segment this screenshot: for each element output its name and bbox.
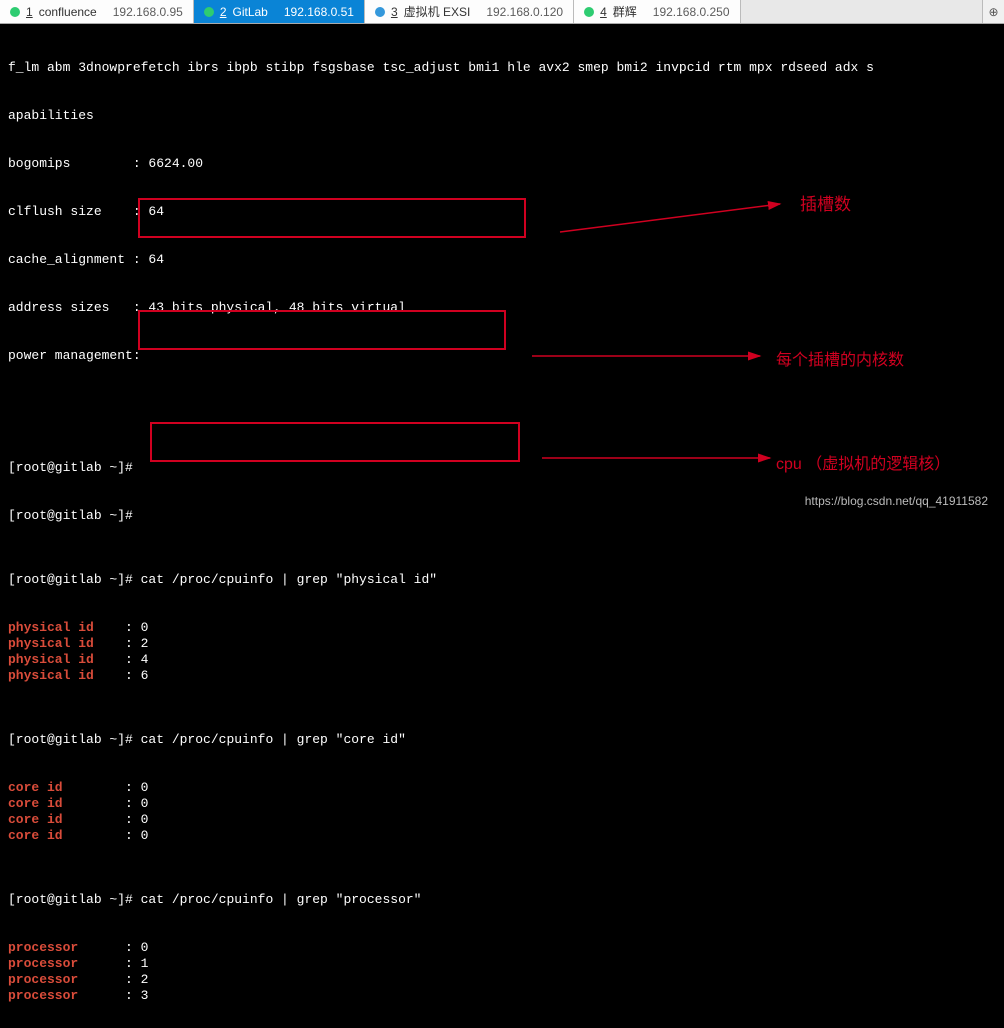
tab-gitlab[interactable]: 2 GitLab 192.168.0.51 [194,0,365,23]
tab-title: 虚拟机 EXSI [404,3,471,20]
physical-id-label: physical id [8,620,94,635]
tab-虚拟机 exsi[interactable]: 3 虚拟机 EXSI 192.168.0.120 [365,0,574,23]
core-id-label: core id [8,796,63,811]
tab-title: GitLab [233,5,268,19]
core-id-value: : 0 [125,796,148,811]
physical-id-label: physical id [8,636,94,651]
cpu-flags-line: f_lm abm 3dnowprefetch ibrs ibpb stibp f… [8,60,996,76]
core-id-label: core id [8,780,63,795]
processor-row: processor : 3 [8,988,996,1004]
core-id-row: core id : 0 [8,828,996,844]
annotation-cores: 每个插槽的内核数 [776,346,904,370]
core-id-value: : 0 [125,812,148,827]
cmd-processor-line: [root@gitlab ~]# cat /proc/cpuinfo | gre… [8,892,996,908]
tab-bar: 1 confluence 192.168.0.95 2 GitLab 192.168.0.… [0,0,1004,24]
tab-title: confluence [39,5,97,19]
physical-id-row: physical id : 4 [8,652,996,668]
tab-confluence[interactable]: 1 confluence 192.168.0.95 [0,0,194,23]
physical-id-value: : 2 [125,636,148,651]
status-dot-icon [584,7,594,17]
processor-value: : 3 [125,988,148,1003]
cmd-processor: cat /proc/cpuinfo | grep "processor" [141,892,422,907]
physical-id-row: physical id : 6 [8,668,996,684]
annotation-slots: 插槽数 [800,190,851,215]
tab-ip: 192.168.0.250 [653,5,730,19]
core-id-value: : 0 [125,780,148,795]
physical-id-label: physical id [8,668,94,683]
tab-number: 1 [26,5,33,19]
status-dot-icon [204,7,214,17]
bogomips-line: bogomips : 6624.00 [8,156,996,172]
physical-id-row: physical id : 0 [8,620,996,636]
tab-number: 3 [391,5,398,19]
processor-value: : 0 [125,940,148,955]
processor-label: processor [8,940,78,955]
cmd-core-id-line: [root@gitlab ~]# cat /proc/cpuinfo | gre… [8,732,996,748]
processor-row: processor : 0 [8,940,996,956]
physical-id-label: physical id [8,652,94,667]
blank-line [8,396,996,412]
cmd-physical-id-line: [root@gitlab ~]# cat /proc/cpuinfo | gre… [8,572,996,588]
tab-ip: 192.168.0.120 [486,5,563,19]
prompt: [root@gitlab ~]# [8,572,141,587]
tab-ip: 192.168.0.95 [113,5,183,19]
core-id-row: core id : 0 [8,780,996,796]
new-tab-button[interactable]: ⊕ [982,0,1004,23]
status-dot-icon [375,7,385,17]
physical-id-value: : 0 [125,620,148,635]
core-id-label: core id [8,812,63,827]
processor-row: processor : 1 [8,956,996,972]
cmd-core-id: cat /proc/cpuinfo | grep "core id" [141,732,406,747]
status-dot-icon [10,7,20,17]
physical-id-row: physical id : 2 [8,636,996,652]
tab-ip: 192.168.0.51 [284,5,354,19]
tab-title: 群辉 [613,3,637,20]
tab-number: 2 [220,5,227,19]
terminal-output: f_lm abm 3dnowprefetch ibrs ibpb stibp f… [0,24,1004,1028]
core-id-row: core id : 0 [8,796,996,812]
physical-id-value: : 6 [125,668,148,683]
prompt: [root@gitlab ~]# [8,732,141,747]
tab-群辉[interactable]: 4 群辉 192.168.0.250 [574,0,740,23]
watermark: https://blog.csdn.net/qq_41911582 [805,494,988,508]
core-id-label: core id [8,828,63,843]
cmd-physical-id: cat /proc/cpuinfo | grep "physical id" [141,572,437,587]
processor-row: processor : 2 [8,972,996,988]
core-id-row: core id : 0 [8,812,996,828]
address-sizes-line: address sizes : 43 bits physical, 48 bit… [8,300,996,316]
processor-label: processor [8,972,78,987]
annotation-cpu: cpu （虚拟机的逻辑核） [776,450,950,474]
tab-number: 4 [600,5,607,19]
prompt: [root@gitlab ~]# [8,892,141,907]
cache-align-line: cache_alignment : 64 [8,252,996,268]
processor-value: : 2 [125,972,148,987]
physical-id-value: : 4 [125,652,148,667]
cpu-cap-line: apabilities [8,108,996,124]
prompt-empty: [root@gitlab ~]# [8,508,996,524]
processor-label: processor [8,956,78,971]
core-id-value: : 0 [125,828,148,843]
processor-label: processor [8,988,78,1003]
processor-value: : 1 [125,956,148,971]
